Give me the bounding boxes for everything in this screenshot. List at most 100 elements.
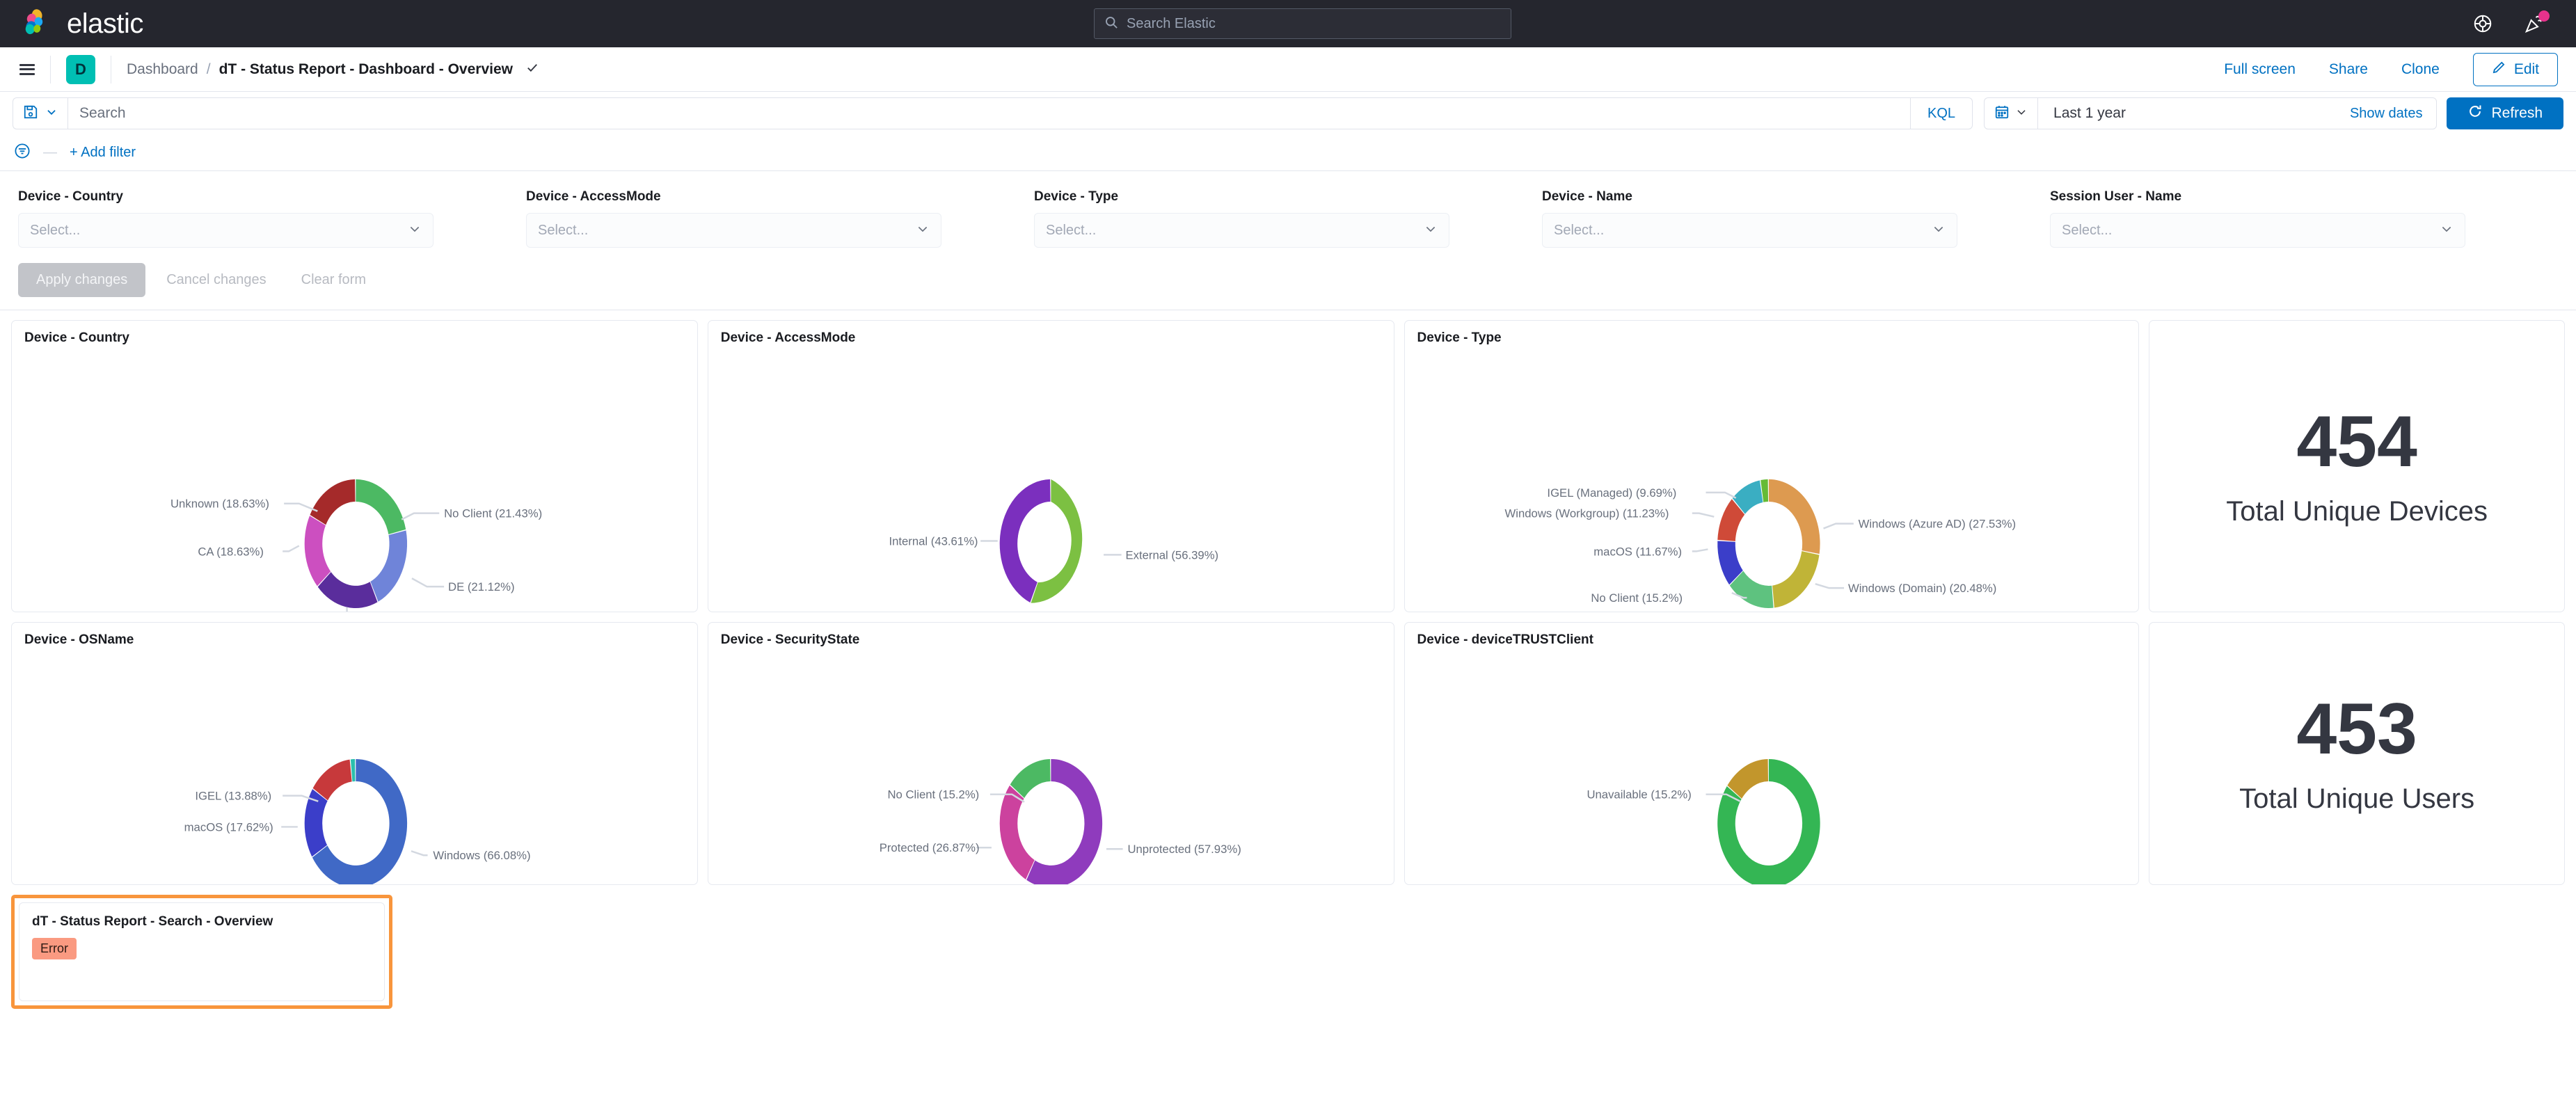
panel-total-unique-users[interactable]: 453 Total Unique Users [2149,622,2565,885]
metric-total-unique-users: 453 Total Unique Users [2149,623,2564,884]
donut-chart-device-securitystate: Unprotected (57.93%) Protected (26.87%) … [708,623,1394,884]
chevron-down-icon [1932,222,1946,239]
slice-label-external: External (56.39%) [1125,548,1218,561]
panel-search-overview[interactable]: dT - Status Report - Search - Overview E… [19,902,385,1001]
control-select-device-accessmode[interactable]: Select... [526,213,941,248]
date-quick-select-button[interactable] [1985,98,2038,129]
control-label: Device - Country [18,189,526,205]
dashboard-row-2: Device - OSName [11,622,2565,885]
pencil-icon [2492,61,2506,79]
elastic-brand[interactable]: elastic [0,8,143,40]
chevron-down-icon [2015,106,2028,122]
clone-button[interactable]: Clone [2401,61,2440,78]
control-select-device-name[interactable]: Select... [1542,213,1957,248]
query-language-button[interactable]: KQL [1911,97,1973,129]
show-dates-button[interactable]: Show dates [2141,106,2437,122]
calendar-icon [1994,104,2010,123]
filter-bar: — + Add filter [0,135,2576,171]
panel-device-devicetrustclient[interactable]: Device - deviceTRUSTClient Available (84… [1404,622,2140,885]
panel-device-type[interactable]: Device - Type [1404,320,2140,612]
refresh-button[interactable]: Refresh [2447,97,2563,129]
saved-query-button[interactable] [13,97,67,129]
check-icon [525,61,539,79]
search-input[interactable] [1127,16,1501,32]
control-select-session-user-name[interactable]: Select... [2050,213,2465,248]
control-device-name: Device - Name Select... [1542,189,2050,248]
control-session-user-name: Session User - Name Select... [2050,189,2558,248]
control-placeholder: Select... [1046,223,1096,239]
search-icon [1104,15,1118,33]
metric-label: Total Unique Users [2239,783,2474,815]
control-label: Device - Type [1034,189,1542,205]
filter-dash: — [43,145,57,161]
donut-chart-device-osname: Windows (66.08%) macOS (17.62%) IGEL (13… [12,623,697,884]
breadcrumb: Dashboard / dT - Status Report - Dashboa… [127,61,539,79]
full-screen-button[interactable]: Full screen [2224,61,2296,78]
breadcrumb-current[interactable]: dT - Status Report - Dashboard - Overvie… [219,61,513,78]
panel-device-securitystate[interactable]: Device - SecurityState Un [708,622,1394,885]
slice-label-no-client-sec: No Client (15.2%) [887,788,979,802]
metric-value: 454 [2296,406,2417,478]
query-bar: KQL Last 1 year Show dates [0,92,2576,135]
add-filter-button[interactable]: + Add filter [70,145,136,161]
apply-changes-button[interactable]: Apply changes [18,263,145,297]
date-range-value[interactable]: Last 1 year [2038,105,2141,122]
panel-total-unique-devices[interactable]: 454 Total Unique Devices [2149,320,2565,612]
control-label: Device - AccessMode [526,189,1034,205]
filter-icon[interactable] [14,143,31,163]
control-select-device-type[interactable]: Select... [1034,213,1449,248]
slice-label-unavailable: Unavailable (15.2%) [1587,788,1691,802]
divider [50,56,51,83]
slice-label-unknown: Unknown (18.63%) [170,497,269,511]
slice-label-macos-os: macOS (17.62%) [184,820,273,834]
query-input[interactable] [79,105,1899,122]
panel-device-country[interactable]: Device - Country [11,320,698,612]
slice-label-windows-workgroup: Windows (Workgroup) (11.23%) [1504,507,1669,520]
global-search[interactable] [1094,8,1511,39]
topnav-actions [2469,0,2561,47]
breadcrumb-bar: D Dashboard / dT - Status Report - Dashb… [0,47,2576,92]
date-picker: Last 1 year Show dates [1984,97,2437,129]
chevron-down-icon [1424,222,1438,239]
donut-chart-device-country: No Client (21.43%) DE (21.12%) US (20.19… [12,321,697,612]
cancel-changes-button[interactable]: Cancel changes [152,263,280,297]
control-device-accessmode: Device - AccessMode Select... [526,189,1034,248]
brand-name: elastic [67,8,143,40]
panel-device-accessmode[interactable]: Device - AccessMode Internal (43.61%) [708,320,1394,612]
slice-label-windows-domain: Windows (Domain) (20.48%) [1847,582,1996,595]
donut-chart-device-accessmode: Internal (43.61%) External (56.39%) [708,321,1394,612]
metric-label: Total Unique Devices [2226,496,2488,527]
slice-label-macos-type: macOS (11.67%) [1593,545,1682,558]
controls-actions: Apply changes Cancel changes Clear form [18,263,2558,297]
control-label: Device - Name [1542,189,2050,205]
query-input-wrapper[interactable] [67,97,1911,129]
slice-label-protected: Protected (26.87%) [879,841,979,854]
edit-button[interactable]: Edit [2473,53,2558,86]
chevron-down-icon [2440,222,2454,239]
share-button[interactable]: Share [2329,61,2368,78]
slice-label-no-client-type: No Client (15.2%) [1591,591,1683,605]
help-life-ring-icon[interactable] [2469,10,2497,38]
breadcrumb-parent[interactable]: Dashboard [127,61,198,78]
chevron-down-icon [45,106,58,122]
refresh-button-label: Refresh [2491,105,2543,122]
slice-label-igel-os: IGEL (13.88%) [195,790,271,803]
panel-device-osname[interactable]: Device - OSName [11,622,698,885]
control-select-device-country[interactable]: Select... [18,213,434,248]
slice-label-ca: CA (18.63%) [198,545,264,558]
panel-search-overview-highlight: dT - Status Report - Search - Overview E… [11,895,392,1009]
control-placeholder: Select... [2062,223,2112,239]
clear-form-button[interactable]: Clear form [287,263,380,297]
news-celebration-icon[interactable] [2520,10,2548,38]
hamburger-menu-icon[interactable] [19,64,35,75]
metric-total-unique-devices: 454 Total Unique Devices [2149,321,2564,612]
slice-label-de: DE (21.12%) [448,580,515,593]
status-badge: Error [32,938,77,959]
app-badge[interactable]: D [66,55,95,84]
control-label: Session User - Name [2050,189,2558,205]
slice-label-unprotected: Unprotected (57.93%) [1127,843,1241,856]
controls-row: Device - Country Select... Device - Acce… [18,189,2558,248]
chevron-down-icon [916,222,930,239]
dashboard-row-3: dT - Status Report - Search - Overview E… [11,895,2565,1009]
top-navigation-bar: elastic [0,0,2576,47]
